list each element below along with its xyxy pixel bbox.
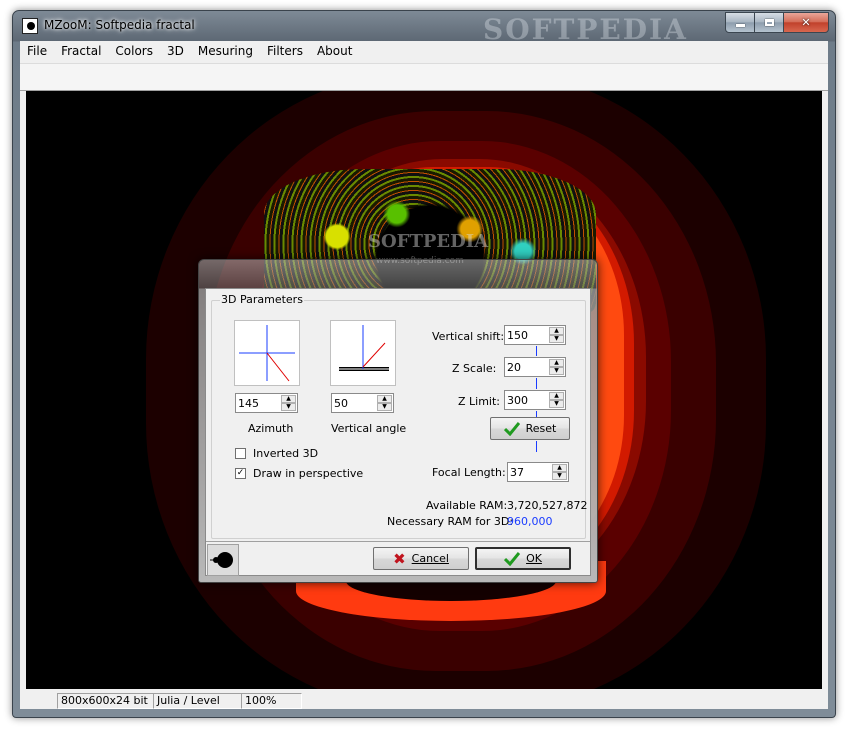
z-limit-label: Z Limit: [458, 395, 501, 408]
available-ram-label: Available RAM: [426, 499, 508, 512]
inverted-3d-checkbox[interactable] [235, 448, 246, 459]
z-scale-up-button[interactable]: ▲ [549, 359, 564, 367]
z-scale-down-button[interactable]: ▼ [549, 367, 564, 375]
vertical-angle-preview [330, 320, 396, 386]
z-limit-up-button[interactable]: ▲ [549, 392, 564, 400]
cancel-icon: ✖ [393, 549, 406, 568]
minimize-button[interactable] [725, 12, 755, 33]
azimuth-stepper[interactable]: ▲▼ [235, 393, 298, 413]
azimuth-down-button[interactable]: ▼ [281, 403, 296, 411]
vertical-angle-diagram [339, 325, 389, 371]
vertical-angle-up-button[interactable]: ▲ [377, 395, 392, 403]
azimuth-label: Azimuth [248, 422, 294, 435]
vertical-angle-stepper[interactable]: ▲▼ [331, 393, 394, 413]
connector-line [536, 378, 537, 389]
menu-mesuring[interactable]: Mesuring [191, 41, 260, 62]
z-limit-input[interactable] [507, 393, 547, 407]
check-icon [504, 551, 521, 566]
vertical-angle-input[interactable] [334, 396, 374, 410]
menu-colors[interactable]: Colors [108, 41, 160, 62]
canvas-watermark: SOFTPEDIA [368, 231, 489, 252]
mandelbrot-icon [207, 544, 239, 576]
vertical-shift-up-button[interactable]: ▲ [549, 327, 564, 335]
inverted-3d-label[interactable]: Inverted 3D [253, 447, 318, 460]
menu-filters[interactable]: Filters [260, 41, 310, 62]
status-bar: 800x600x24 bit Julia / Level 100% [20, 691, 828, 709]
z-scale-label: Z Scale: [452, 362, 497, 375]
cancel-label: Cancel [411, 552, 449, 565]
connector-line [536, 441, 537, 452]
focal-length-label: Focal Length: [432, 466, 506, 479]
available-ram-value: 3,720,527,872 [507, 499, 588, 512]
minimize-icon [735, 24, 745, 27]
status-resolution: 800x600x24 bit [57, 693, 154, 709]
vertical-shift-input[interactable] [507, 328, 547, 342]
z-limit-stepper[interactable]: ▲▼ [504, 390, 566, 410]
z-scale-input[interactable] [507, 360, 547, 374]
azimuth-diagram [239, 325, 295, 382]
azimuth-preview [234, 320, 300, 386]
azimuth-input[interactable] [238, 396, 278, 410]
vertical-angle-down-button[interactable]: ▼ [377, 403, 392, 411]
menu-about[interactable]: About [310, 41, 359, 62]
menu-fractal[interactable]: Fractal [54, 41, 108, 62]
dialog-client: 3D Parameters 145 ▲ ▼ Azimuth 50 ▲ ▼ Ver… [205, 288, 591, 576]
menu-bar: File Fractal Colors 3D Mesuring Filters … [20, 41, 828, 62]
3d-parameters-dialog: 3D Parameters 145 ▲ ▼ Azimuth 50 ▲ ▼ Ver… [198, 259, 598, 583]
menu-3d[interactable]: 3D [160, 41, 191, 62]
perspective-label[interactable]: Draw in perspective [253, 467, 363, 480]
footer-separator [206, 541, 590, 542]
group-title: 3D Parameters [220, 293, 304, 306]
focal-length-up-button[interactable]: ▲ [552, 464, 567, 472]
toolbar [20, 63, 828, 91]
maximize-icon [764, 19, 774, 26]
maximize-button[interactable] [754, 12, 784, 33]
z-scale-stepper[interactable]: ▲▼ [504, 357, 566, 377]
focal-length-input[interactable] [510, 465, 550, 479]
z-limit-down-button[interactable]: ▼ [549, 400, 564, 408]
vertical-shift-stepper[interactable]: ▲▼ [504, 325, 566, 345]
reset-button[interactable]: Reset [490, 417, 570, 440]
vertical-shift-label: Vertical shift: [432, 330, 505, 343]
focal-length-stepper[interactable]: ▲▼ [507, 462, 569, 482]
ok-button[interactable]: OK [475, 547, 571, 570]
perspective-checkbox[interactable]: ✓ [235, 468, 246, 479]
necessary-ram-value: 960,000 [507, 515, 553, 528]
reset-label: Reset [525, 422, 557, 435]
ok-label: OK [526, 552, 542, 565]
title-bar[interactable]: MZooM: Softpedia fractal SOFTPEDIA ✕ [13, 11, 835, 46]
window-title: MZooM: Softpedia fractal [44, 18, 195, 32]
vertical-angle-label: Vertical angle [331, 422, 407, 435]
status-mode: Julia / Level [153, 693, 242, 709]
menu-file[interactable]: File [20, 41, 54, 62]
azimuth-up-button[interactable]: ▲ [281, 395, 296, 403]
checkmark-icon: ✓ [236, 468, 245, 478]
check-icon [503, 421, 520, 436]
necessary-ram-label: Necessary RAM for 3D: [387, 515, 514, 528]
close-icon: ✕ [801, 16, 811, 29]
connector-line [536, 346, 537, 356]
focal-length-down-button[interactable]: ▼ [552, 472, 567, 480]
cancel-button[interactable]: ✖ Cancel [373, 547, 469, 570]
close-button[interactable]: ✕ [783, 12, 829, 33]
vertical-shift-down-button[interactable]: ▼ [549, 335, 564, 343]
app-icon[interactable] [22, 18, 38, 34]
status-zoom: 100% [241, 693, 302, 709]
3d-parameters-group: 3D Parameters 145 ▲ ▼ Azimuth 50 ▲ ▼ Ver… [211, 293, 588, 539]
